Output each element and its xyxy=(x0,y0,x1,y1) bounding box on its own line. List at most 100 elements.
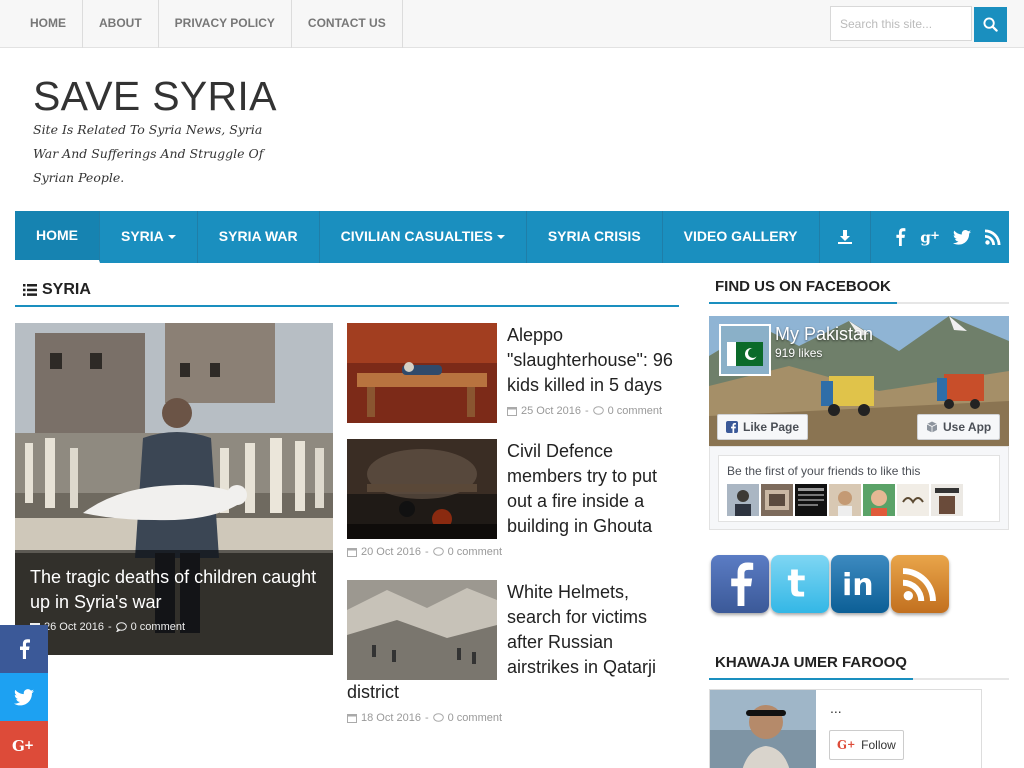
post-title[interactable]: Aleppo "slaughterhouse": 96 kids killed … xyxy=(507,323,679,398)
svg-text:in: in xyxy=(842,568,874,602)
facebook-likes-count: 919 likes xyxy=(775,346,823,360)
rss-icon[interactable] xyxy=(978,211,1009,263)
svg-text:G: G xyxy=(12,737,25,753)
featured-title[interactable]: The tragic deaths of children caught up … xyxy=(30,565,328,615)
profile-card: ... G + Follow xyxy=(709,689,982,768)
twitter-icon[interactable] xyxy=(947,211,978,263)
facebook-page-avatar[interactable] xyxy=(719,324,771,376)
facebook-like-page-button[interactable]: Like Page xyxy=(717,414,809,440)
profile-avatar[interactable] xyxy=(710,690,816,768)
mainnav-civilian-casualties-label: CIVILIAN CASUALTIES xyxy=(340,228,493,244)
post-thumbnail[interactable] xyxy=(347,580,497,680)
friend-avatar[interactable] xyxy=(931,484,963,516)
post-item: Civil Defence members try to put out a f… xyxy=(347,439,679,559)
follow-label: Follow xyxy=(861,738,896,752)
post-comments[interactable]: 0 comment xyxy=(448,712,502,724)
topnav-home[interactable]: HOME xyxy=(15,0,83,48)
share-twitter-button[interactable] xyxy=(0,673,48,721)
follow-button[interactable]: G + Follow xyxy=(829,730,904,760)
section-title: SYRIA xyxy=(42,281,91,298)
profile-name[interactable]: ... xyxy=(830,700,842,716)
search-icon xyxy=(983,17,998,32)
share-facebook-button[interactable] xyxy=(0,625,48,673)
post-thumbnail[interactable] xyxy=(347,323,497,423)
cube-icon xyxy=(926,421,938,433)
rss-icon[interactable] xyxy=(891,555,949,613)
facebook-use-app-label: Use App xyxy=(943,420,992,434)
featured-comments[interactable]: 0 comment xyxy=(131,621,185,633)
twitter-icon[interactable]: t xyxy=(771,555,829,613)
mainnav-home[interactable]: HOME xyxy=(15,211,100,263)
topnav-privacy-policy[interactable]: PRIVACY POLICY xyxy=(159,0,292,48)
friend-avatar[interactable] xyxy=(727,484,759,516)
google-plus-icon: G + xyxy=(837,738,855,752)
facebook-friends-box: Be the first of your friends to like thi… xyxy=(709,446,1009,530)
facebook-page-name[interactable]: My Pakistan xyxy=(775,324,873,345)
meta-separator: - xyxy=(424,546,429,558)
caret-down-icon xyxy=(167,235,176,240)
profile-widget-heading: KHAWAJA UMER FAROOQ xyxy=(709,650,1009,680)
main-nav: HOME SYRIA SYRIA WAR CIVILIAN CASUALTIES… xyxy=(15,211,1009,263)
download-icon[interactable] xyxy=(820,211,872,263)
post-date: 25 Oct 2016 xyxy=(521,405,581,417)
friend-avatar[interactable] xyxy=(829,484,861,516)
post-title[interactable]: Civil Defence members try to put out a f… xyxy=(507,439,679,539)
calendar-icon xyxy=(507,407,517,416)
comment-icon xyxy=(432,547,444,556)
calendar-icon xyxy=(347,548,357,557)
featured-meta: 26 Oct 2016 - 0 comment xyxy=(30,621,185,633)
share-google-plus-button[interactable]: G + xyxy=(0,721,48,768)
section-heading: SYRIA xyxy=(15,277,679,307)
comment-icon xyxy=(592,406,604,415)
post-meta: 18 Oct 2016 - 0 comment xyxy=(347,712,502,724)
search-button[interactable] xyxy=(974,7,1007,42)
top-bar: HOME ABOUT PRIVACY POLICY CONTACT US xyxy=(0,0,1024,48)
google-plus-icon: G + xyxy=(12,737,34,753)
mainnav-civilian-casualties[interactable]: CIVILIAN CASUALTIES xyxy=(320,211,527,263)
svg-text:G: G xyxy=(837,738,847,752)
post-title-tail[interactable]: district xyxy=(347,680,399,705)
linkedin-icon[interactable]: in xyxy=(831,555,889,613)
comment-icon xyxy=(432,713,444,722)
topnav-contact-us[interactable]: CONTACT US xyxy=(292,0,403,48)
profile-heading-label: KHAWAJA UMER FAROOQ xyxy=(709,650,913,680)
mainnav-syria-crisis-label: SYRIA CRISIS xyxy=(547,228,641,244)
facebook-icon[interactable] xyxy=(885,211,916,263)
friend-avatar[interactable] xyxy=(795,484,827,516)
post-comments[interactable]: 0 comment xyxy=(448,546,502,558)
facebook-use-app-button[interactable]: Use App xyxy=(917,414,1001,440)
friend-avatar[interactable] xyxy=(863,484,895,516)
facebook-friends-text: Be the first of your friends to like thi… xyxy=(727,464,921,478)
post-date: 18 Oct 2016 xyxy=(361,712,421,724)
post-thumbnail[interactable] xyxy=(347,439,497,539)
post-meta: 25 Oct 2016 - 0 comment xyxy=(507,405,662,417)
post-comments[interactable]: 0 comment xyxy=(608,405,662,417)
search-input[interactable] xyxy=(830,6,972,41)
mainnav-syria[interactable]: SYRIA xyxy=(100,211,198,263)
featured-post[interactable]: The tragic deaths of children caught up … xyxy=(15,323,333,655)
topnav-about[interactable]: ABOUT xyxy=(83,0,159,48)
mainnav-syria-crisis[interactable]: SYRIA CRISIS xyxy=(527,211,663,263)
mainnav-syria-label: SYRIA xyxy=(121,228,164,244)
google-plus-icon[interactable]: g + xyxy=(916,211,947,263)
mainnav-syria-war-label: SYRIA WAR xyxy=(218,228,298,244)
facebook-page-card[interactable]: My Pakistan 919 likes Like Page Use App xyxy=(709,316,1009,446)
mainnav-syria-war[interactable]: SYRIA WAR xyxy=(198,211,320,263)
svg-text:+: + xyxy=(930,228,940,242)
mainnav-video-gallery-label: VIDEO GALLERY xyxy=(683,228,798,244)
svg-text:+: + xyxy=(24,738,34,752)
post-date: 20 Oct 2016 xyxy=(361,546,421,558)
site-title[interactable]: SAVE SYRIA xyxy=(33,73,277,120)
facebook-icon xyxy=(20,639,30,659)
friend-avatar[interactable] xyxy=(897,484,929,516)
site-description: Site Is Related To Syria News, Syria War… xyxy=(33,122,264,185)
facebook-heading-label: FIND US ON FACEBOOK xyxy=(709,274,897,304)
friend-avatar[interactable] xyxy=(761,484,793,516)
post-item: Aleppo "slaughterhouse": 96 kids killed … xyxy=(347,323,679,423)
facebook-icon[interactable] xyxy=(711,555,769,613)
mainnav-video-gallery[interactable]: VIDEO GALLERY xyxy=(663,211,820,263)
post-title[interactable]: White Helmets, search for victims after … xyxy=(507,580,679,680)
mainnav-home-label: HOME xyxy=(36,227,78,243)
svg-text:t: t xyxy=(787,565,805,603)
meta-separator: - xyxy=(584,405,589,417)
